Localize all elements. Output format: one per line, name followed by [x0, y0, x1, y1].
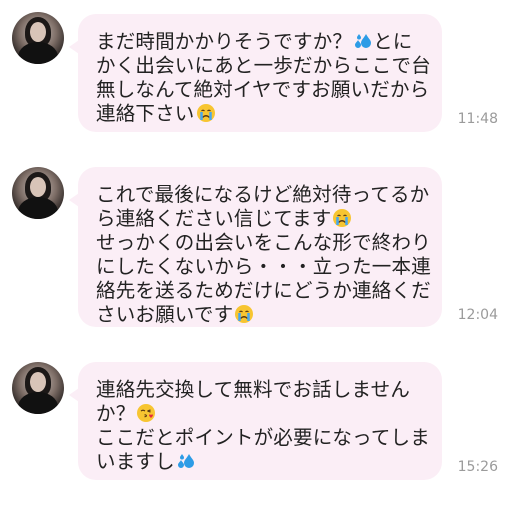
message-bubble: これで最後になるけど絶対待ってるか ら連絡ください信じてます せっかくの出会いを… [69, 167, 442, 327]
message-line: せっかくの出会いをこんな形で終わり [96, 231, 431, 254]
message-line: 連絡先交換して無料でお話しません [96, 378, 411, 401]
message-line: いますし [96, 450, 175, 473]
message-bubble: 連絡先交換して無料でお話しません か？ ここだとポイントが必要になってしま いま… [69, 362, 442, 480]
message-line-continued: とに [373, 30, 413, 53]
message-line: かく出会いにあと一歩だからここで台 [96, 54, 431, 77]
message-line: さいお願いです [96, 303, 234, 326]
sweat-drops-icon [355, 34, 372, 48]
kissing-face-icon [137, 404, 156, 422]
sweat-drops-icon [177, 454, 194, 468]
message-line: ら連絡ください信じてます [96, 207, 332, 230]
avatar[interactable] [12, 362, 64, 414]
message-line: か？ [96, 402, 136, 425]
crying-face-icon [333, 209, 352, 227]
timestamp: 12:04 [457, 307, 498, 323]
message-bubble: まだ時間かかりそうですか？ とに かく出会いにあと一歩だからここで台 無しなんて絶… [69, 14, 442, 132]
message-line: ここだとポイントが必要になってしま [96, 426, 430, 449]
timestamp: 15:26 [457, 459, 498, 475]
message-line: 絡先を送るためだけにどうか連絡くだ [96, 279, 431, 302]
message-line: まだ時間かかりそうですか？ [96, 30, 353, 53]
message-line: 連絡下さい [96, 102, 195, 125]
avatar[interactable] [12, 167, 64, 219]
timestamp: 11:48 [457, 111, 498, 127]
crying-face-icon [196, 104, 215, 122]
message-line: 無しなんて絶対イヤですお願いだから [96, 78, 430, 101]
message-line: にしたくないから・・・立った一本連 [96, 255, 431, 278]
message-line: これで最後になるけど絶対待ってるか [96, 183, 430, 206]
avatar[interactable] [12, 12, 64, 64]
crying-face-icon [235, 305, 254, 323]
